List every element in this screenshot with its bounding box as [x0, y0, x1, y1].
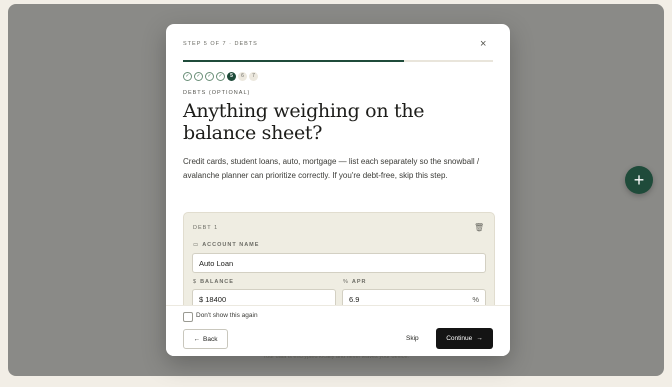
progress-fill — [183, 60, 405, 62]
step-dots: ✓ ✓ ✓ ✓ 5 6 7 — [183, 72, 258, 81]
card-icon: ▭ — [193, 242, 200, 248]
plus-icon: + — [633, 170, 645, 190]
apr-label: % APR — [343, 279, 367, 285]
step-dot-4: ✓ — [216, 72, 225, 81]
percent-icon: % — [343, 279, 349, 285]
account-name-label: ▭ ACCOUNT NAME — [193, 242, 260, 248]
step-dot-3: ✓ — [205, 72, 214, 81]
dont-show-label[interactable]: Don't show this again — [196, 312, 258, 319]
page-title: Anything weighing on the balance sheet? — [183, 100, 425, 144]
step-dot-1: ✓ — [183, 72, 192, 81]
arrow-left-icon: ← — [193, 335, 201, 343]
trash-icon: 🗑 — [474, 223, 485, 232]
skip-button[interactable]: Skip — [406, 335, 419, 342]
section-eyebrow: DEBTS (OPTIONAL) — [183, 90, 251, 96]
back-button[interactable]: ← Back — [183, 329, 228, 349]
debt-card-title: DEBT 1 — [193, 225, 219, 231]
step-dot-2: ✓ — [194, 72, 203, 81]
dont-show-checkbox[interactable] — [183, 312, 193, 322]
balance-label: $ BALANCE — [193, 279, 234, 285]
progress-bar — [183, 60, 493, 62]
apr-suffix: % — [472, 294, 479, 304]
step-dot-7: 7 — [249, 72, 258, 81]
arrow-right-icon: → — [476, 335, 483, 342]
delete-debt-button[interactable]: 🗑 — [474, 223, 484, 232]
step-indicator-text: STEP 5 OF 7 · DEBTS — [183, 41, 258, 47]
dollar-icon: $ — [193, 279, 198, 285]
debt-card: DEBT 1 🗑 ▭ ACCOUNT NAME Auto Loan $ BALANC… — [183, 212, 495, 314]
continue-button[interactable]: Continue → — [436, 328, 493, 349]
account-name-input[interactable]: Auto Loan — [192, 253, 486, 273]
step-dot-6: 6 — [238, 72, 247, 81]
step-dot-5: 5 — [227, 72, 236, 81]
page-description: Credit cards, student loans, auto, mortg… — [183, 157, 480, 180]
close-button[interactable]: × — [480, 38, 486, 50]
onboarding-modal: STEP 5 OF 7 · DEBTS × ✓ ✓ ✓ ✓ 5 6 7 DEBTS (OPT… — [166, 24, 510, 356]
close-icon: × — [480, 38, 487, 50]
add-button[interactable]: + — [625, 166, 653, 194]
